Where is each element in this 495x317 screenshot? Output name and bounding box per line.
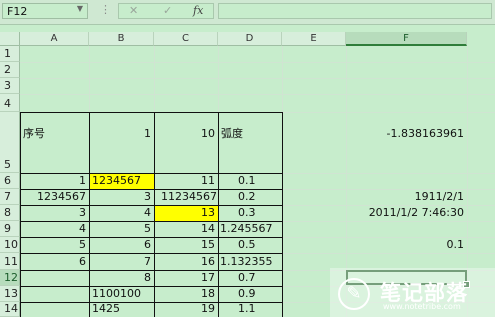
cell-c8[interactable]: 13 (154, 205, 218, 221)
cell-c14[interactable]: 19 (154, 302, 218, 317)
cell-b7[interactable]: 3 (89, 189, 154, 205)
formula-bar: F12 ▼ ⋮ ✕ ✓ fx (0, 0, 495, 25)
cell-c6[interactable]: 11 (154, 173, 218, 189)
cell-f10[interactable]: 0.1 (346, 237, 467, 253)
cell-b11[interactable]: 7 (89, 253, 154, 270)
cell-a6[interactable]: 1 (20, 173, 89, 189)
cell-b9[interactable]: 5 (89, 221, 154, 237)
row-header-4[interactable]: 4 (0, 94, 20, 112)
gridline (20, 94, 495, 95)
row-header-1[interactable]: 1 (0, 46, 20, 62)
column-header-e[interactable]: E (282, 32, 346, 46)
gridline (20, 78, 495, 79)
column-header-c[interactable]: C (154, 32, 218, 46)
cell-d7[interactable]: 0.2 (218, 189, 282, 205)
row-header-12[interactable]: 12 (0, 270, 20, 286)
row-header-14[interactable]: 14 (0, 302, 20, 317)
row-header-9[interactable]: 9 (0, 221, 20, 237)
formula-input[interactable] (218, 3, 492, 19)
cell-d10[interactable]: 0.5 (218, 237, 282, 253)
watermark-url: www.notetribe.com (383, 302, 461, 311)
cell-c12[interactable]: 17 (154, 270, 218, 286)
cell-d6[interactable]: 0.1 (218, 173, 282, 189)
cell-c13[interactable]: 18 (154, 286, 218, 302)
cell-d5[interactable]: 弧度 (218, 112, 282, 152)
column-header-b[interactable]: B (89, 32, 154, 46)
column-header-f[interactable]: F (346, 32, 467, 46)
cell-d14[interactable]: 1.1 (218, 302, 282, 317)
cell-a7[interactable]: 1234567 (20, 189, 89, 205)
row-header-5[interactable]: 5 (0, 112, 20, 173)
cell-d9[interactable]: 1.245567 (218, 221, 282, 237)
name-box-value: F12 (7, 5, 28, 18)
select-all-corner[interactable] (0, 32, 20, 46)
cancel-icon[interactable]: ✕ (129, 4, 138, 17)
cell-a10[interactable]: 5 (20, 237, 89, 253)
cell-b14[interactable]: 1425 (89, 302, 154, 317)
name-box[interactable]: F12 ▼ (2, 3, 88, 19)
cell-d12[interactable]: 0.7 (218, 270, 282, 286)
cell-b6[interactable]: 1234567 (89, 173, 154, 189)
row-header-13[interactable]: 13 (0, 286, 20, 302)
more-options-icon[interactable]: ⋮ (100, 3, 111, 16)
cell-b13[interactable]: 1100100 (89, 286, 154, 302)
cell-c9[interactable]: 14 (154, 221, 218, 237)
feather-icon: ✎ (338, 278, 370, 310)
column-header-d[interactable]: D (218, 32, 282, 46)
cell-a11[interactable]: 6 (20, 253, 89, 270)
cell-d8[interactable]: 0.3 (218, 205, 282, 221)
cell-a9[interactable]: 4 (20, 221, 89, 237)
row-header-6[interactable]: 6 (0, 173, 20, 189)
row-header-10[interactable]: 10 (0, 237, 20, 253)
row-header-8[interactable]: 8 (0, 205, 20, 221)
enter-icon[interactable]: ✓ (163, 4, 172, 17)
formula-buttons: ✕ ✓ fx (118, 3, 214, 19)
cell-c5[interactable]: 10 (154, 112, 218, 152)
row-header-2[interactable]: 2 (0, 62, 20, 78)
cell-d13[interactable]: 0.9 (218, 286, 282, 302)
cell-b5[interactable]: 1 (89, 112, 154, 152)
cell-a5[interactable]: 序号 (20, 112, 89, 152)
cell-f7[interactable]: 1911/2/1 (346, 189, 467, 205)
cell-b10[interactable]: 6 (89, 237, 154, 253)
cell-c10[interactable]: 15 (154, 237, 218, 253)
cell-b12[interactable]: 8 (89, 270, 154, 286)
cell-d11[interactable]: 1.132355 (218, 253, 282, 270)
cell-c7[interactable]: 11234567 (154, 189, 218, 205)
row-header-11[interactable]: 11 (0, 253, 20, 270)
insert-function-icon[interactable]: fx (193, 4, 203, 17)
cell-c11[interactable]: 16 (154, 253, 218, 270)
chevron-down-icon[interactable]: ▼ (77, 4, 83, 13)
gridline (20, 62, 495, 63)
row-header-7[interactable]: 7 (0, 189, 20, 205)
cell-b8[interactable]: 4 (89, 205, 154, 221)
cell-f5[interactable]: -1.838163961 (346, 112, 467, 152)
cell-f8[interactable]: 2011/1/2 7:46:30 (346, 205, 467, 221)
column-header-a[interactable]: A (20, 32, 89, 46)
cell-a8[interactable]: 3 (20, 205, 89, 221)
row-header-3[interactable]: 3 (0, 78, 20, 94)
